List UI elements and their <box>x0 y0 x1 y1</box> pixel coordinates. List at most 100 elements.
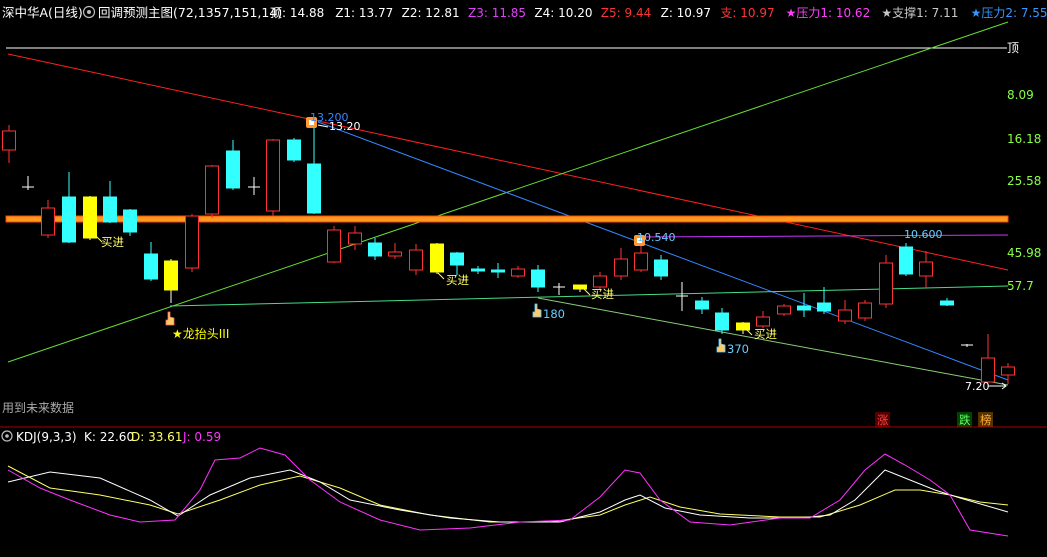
signal-count-label: 180 <box>543 307 565 321</box>
kdj-j-readout: J: 0.59 <box>182 430 221 444</box>
readout-item: Z1: 13.77 <box>335 6 393 20</box>
readout-item: Z2: 12.81 <box>402 6 460 20</box>
candle <box>388 243 402 259</box>
fall-badge-label: 跌 <box>959 413 971 427</box>
candle <box>205 165 219 218</box>
candle <box>676 282 688 311</box>
candle <box>368 238 382 260</box>
buy-signal: 买进 <box>745 327 777 341</box>
candle <box>2 125 16 163</box>
candle <box>430 243 444 274</box>
readout-item: ★压力2: 7.55 <box>971 6 1047 20</box>
buy-label: 买进 <box>101 235 124 249</box>
kdj-settings-icon[interactable] <box>1 430 13 442</box>
ranking-badge-label: 榜 <box>980 413 992 427</box>
axis-label: 16.18 <box>1007 132 1041 146</box>
ranking-badge[interactable]: 榜 <box>978 412 993 427</box>
readout-item: Z: 10.97 <box>661 6 711 20</box>
candle <box>62 172 76 243</box>
candle <box>715 308 729 334</box>
candle <box>573 284 587 292</box>
future-data-notice: 用到未来数据 <box>2 400 74 415</box>
buy-signal: 买进 <box>437 272 469 287</box>
readout-item: 支: 10.97 <box>720 6 774 20</box>
buy-label: 买进 <box>754 327 777 341</box>
light-green-trendline <box>537 297 1009 386</box>
candle <box>899 243 913 276</box>
candle <box>164 259 178 303</box>
candle <box>491 263 505 278</box>
candle <box>654 255 668 280</box>
indicator-title: 回调预测主图(72,1357,151,14) <box>98 5 282 20</box>
readout-item: ★压力1: 10.62 <box>786 6 871 20</box>
candle <box>756 311 770 328</box>
rise-badge-label: 涨 <box>877 413 889 427</box>
buy-label: 买进 <box>591 287 614 301</box>
axis-label: 57.7 <box>1007 279 1034 293</box>
dragon-signal-label: ★龙抬头III <box>172 327 229 341</box>
axis-label: 25.58 <box>1007 174 1041 188</box>
candle <box>226 140 240 190</box>
candle <box>777 304 791 316</box>
candle <box>695 297 709 314</box>
resistance-band <box>5 215 1009 223</box>
kdj-d-line <box>7 465 1009 523</box>
candle <box>409 244 423 275</box>
candle <box>838 300 852 324</box>
hand-pointer-icon <box>716 338 726 353</box>
price-axis: 顶 8.09 16.18 25.58 45.98 57.7 <box>1007 41 1041 293</box>
axis-label: 45.98 <box>1007 246 1041 260</box>
candle <box>961 344 973 347</box>
candle <box>307 128 321 214</box>
buy-label: 买进 <box>446 273 469 287</box>
candle <box>41 200 55 238</box>
candle <box>511 266 525 278</box>
kdj-k-readout: K: 22.60 <box>84 430 134 444</box>
rise-badge[interactable]: 涨 <box>875 412 890 427</box>
hand-pointer-icon <box>165 311 175 326</box>
readout-item: 顶: 14.88 <box>270 6 324 20</box>
candle <box>879 255 893 308</box>
candle <box>22 176 34 190</box>
readout-item: Z3: 11.85 <box>468 6 526 20</box>
candle <box>103 181 117 223</box>
indicator-readouts: 顶: 14.88 Z1: 13.77 Z2: 12.81 Z3: 11.85 Z4: 1… <box>270 5 1047 20</box>
axis-label: 顶 <box>1007 41 1019 55</box>
candle <box>553 283 565 295</box>
kdj-d-readout: D: 33.61 <box>131 430 182 444</box>
candle <box>940 298 954 306</box>
fall-badge[interactable]: 跌 <box>957 412 972 427</box>
readout-item: ★支撑1: 7.11 <box>881 5 958 20</box>
high-price-label: 13.20 <box>329 120 361 133</box>
buy-signal: 买进 <box>95 235 124 249</box>
axis-label: 8.09 <box>1007 88 1034 102</box>
candle <box>348 226 362 250</box>
indicator-toggle-icon[interactable] <box>82 5 96 19</box>
candle <box>919 251 933 288</box>
mid-high-label: 10.540 <box>637 231 676 244</box>
readout-item: Z5: 9.44 <box>601 6 651 20</box>
candle <box>817 287 831 314</box>
candle <box>1001 363 1015 384</box>
candle <box>858 300 872 321</box>
candle <box>287 138 301 162</box>
candle <box>248 177 260 195</box>
candle <box>266 139 280 216</box>
red-trendline <box>7 53 1009 271</box>
candle <box>471 266 485 274</box>
candle <box>531 265 545 292</box>
readout-item: Z4: 10.20 <box>534 6 592 20</box>
candle <box>123 209 137 236</box>
candle <box>185 214 199 272</box>
kdj-j-line <box>7 447 1009 537</box>
signal-count-label: 370 <box>727 342 749 356</box>
hand-pointer-icon <box>532 303 542 318</box>
candle <box>736 322 750 334</box>
right-high-label: 10.600 <box>904 228 943 241</box>
stock-chart[interactable]: 深中华A(日线) 回调预测主图(72,1357,151,14) 顶: 14.88… <box>0 0 1047 554</box>
low-price-label: 7.20 <box>965 380 990 393</box>
pressure-line <box>635 234 1009 238</box>
kdj-title: KDJ(9,3,3) <box>16 430 77 444</box>
candle <box>327 226 341 263</box>
candle <box>981 334 995 383</box>
